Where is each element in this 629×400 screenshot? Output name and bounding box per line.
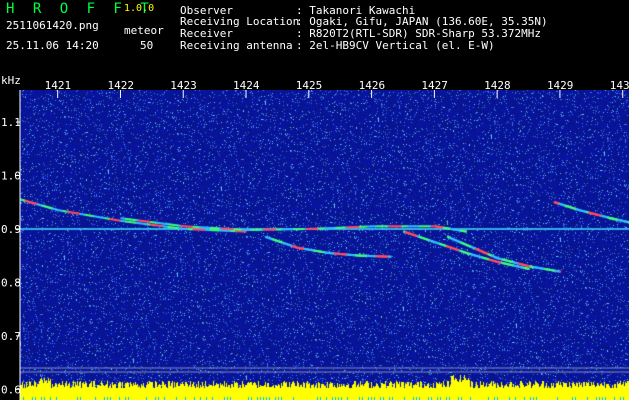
info-value-receiver: : R820T2(RTL-SDR) SDR-Sharp 53.372MHz — [296, 27, 542, 40]
info-label-antenna: Receiving antenna — [180, 39, 293, 52]
meteor-label: meteor — [124, 24, 164, 37]
file-name: 2511061420.png — [6, 19, 99, 32]
info-label-location: Receiving Location — [180, 15, 300, 28]
meteor-count: 50 — [140, 39, 154, 52]
app-version: 1.0.0 — [124, 3, 155, 14]
x-tick-group: 1421142214231424142514261427142814291430 — [45, 79, 629, 98]
info-value-location: : Ogaki, Gifu, JAPAN (136.60E, 35.35N) — [296, 15, 548, 28]
info-value-antenna: : 2el-HB9CV Vertical (el. E-W) — [296, 39, 495, 52]
y-tick-group: 1.11.00.90.80.70.6 — [1, 116, 21, 396]
x-tick-label: 1430 — [610, 79, 629, 92]
info-label-receiver: Receiver — [180, 27, 233, 40]
spectrogram-axes: kHz 1.11.00.90.80.70.6 1421 1422 1423 1424 1… — [1, 75, 629, 400]
date-time: 25.11.06 14:20 — [6, 39, 99, 52]
header-panel: H R O F F T 1.0.0 2511061420.png meteor … — [0, 0, 629, 75]
y-axis-label: kHz — [1, 75, 21, 87]
y-tick-label: 1.1 — [1, 116, 21, 129]
